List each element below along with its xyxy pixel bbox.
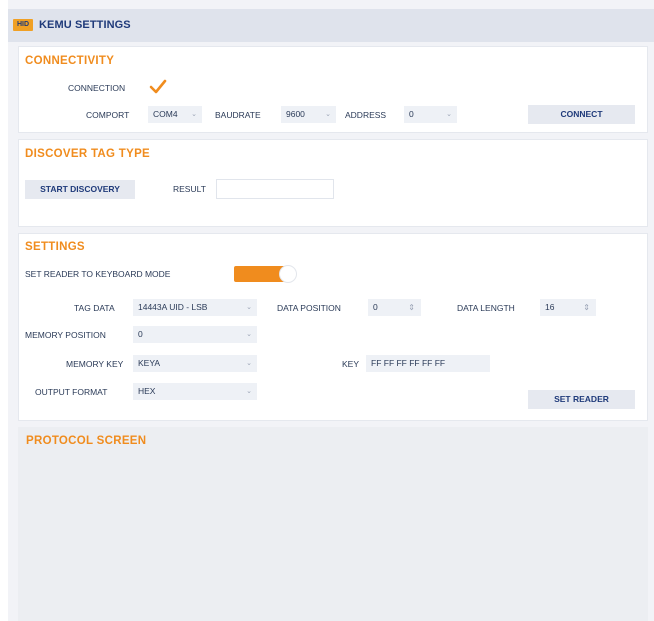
- settings-title: SETTINGS: [25, 241, 85, 253]
- result-field[interactable]: [216, 179, 334, 199]
- set-reader-button[interactable]: SET READER: [528, 390, 635, 409]
- memory-key-select[interactable]: KEYA ⌄: [133, 355, 257, 372]
- keyboard-mode-label: SET READER TO KEYBOARD MODE: [25, 269, 171, 279]
- comport-value: COM4: [153, 109, 178, 119]
- keyboard-mode-toggle[interactable]: [234, 265, 298, 283]
- baudrate-value: 9600: [286, 109, 305, 119]
- data-length-value: 16: [545, 302, 555, 312]
- tag-data-select[interactable]: 14443A UID - LSB ⌄: [133, 299, 257, 316]
- chevron-down-icon: ⌄: [191, 111, 197, 118]
- tag-data-label: TAG DATA: [74, 303, 115, 313]
- connection-label: CONNECTION: [68, 83, 126, 93]
- hid-logo: HID: [13, 19, 33, 31]
- chevron-down-icon: ⌄: [246, 360, 252, 367]
- output-format-select[interactable]: HEX ⌄: [133, 383, 257, 400]
- toggle-knob: [279, 265, 297, 283]
- discover-title: DISCOVER TAG TYPE: [25, 148, 151, 160]
- title-bar: HID KEMU SETTINGS: [8, 9, 654, 42]
- comport-label: COMPORT: [86, 110, 130, 120]
- output-format-value: HEX: [138, 386, 156, 396]
- comport-select[interactable]: COM4 ⌄: [148, 106, 202, 123]
- spinner-arrows-icon[interactable]: ⇕: [583, 299, 590, 316]
- protocol-log: [26, 457, 640, 613]
- window-title: KEMU SETTINGS: [39, 19, 131, 31]
- discover-panel: DISCOVER TAG TYPE START DISCOVERY RESULT: [18, 139, 648, 227]
- data-position-spinner[interactable]: 0 ⇕: [368, 299, 421, 316]
- memory-key-label: MEMORY KEY: [66, 359, 124, 369]
- key-input[interactable]: FF FF FF FF FF FF: [366, 355, 490, 372]
- tag-data-value: 14443A UID - LSB: [138, 302, 208, 312]
- data-length-spinner[interactable]: 16 ⇕: [540, 299, 596, 316]
- baudrate-select[interactable]: 9600 ⌄: [281, 106, 336, 123]
- connection-checkbox[interactable]: [149, 78, 167, 96]
- chevron-down-icon: ⌄: [246, 388, 252, 395]
- address-select[interactable]: 0 ⌄: [404, 106, 457, 123]
- chevron-down-icon: ⌄: [446, 111, 452, 118]
- start-discovery-button[interactable]: START DISCOVERY: [25, 180, 135, 199]
- connectivity-title: CONNECTIVITY: [25, 55, 115, 67]
- address-label: ADDRESS: [345, 110, 387, 120]
- app-window: HID KEMU SETTINGS CONNECTIVITY CONNECTIO…: [8, 0, 654, 621]
- spinner-arrows-icon[interactable]: ⇕: [408, 299, 415, 316]
- key-label: KEY: [342, 359, 360, 369]
- connectivity-panel: CONNECTIVITY CONNECTION COMPORT COM4 ⌄ B…: [18, 46, 648, 133]
- baudrate-label: BAUDRATE: [215, 110, 261, 120]
- chevron-down-icon: ⌄: [246, 331, 252, 338]
- memory-position-label: MEMORY POSITION: [25, 330, 106, 340]
- memory-position-value: 0: [138, 329, 143, 339]
- data-position-value: 0: [373, 302, 378, 312]
- settings-panel: SETTINGS SET READER TO KEYBOARD MODE TAG…: [18, 233, 648, 421]
- address-value: 0: [409, 109, 414, 119]
- connect-button[interactable]: CONNECT: [528, 105, 635, 124]
- chevron-down-icon: ⌄: [325, 111, 331, 118]
- memory-position-select[interactable]: 0 ⌄: [133, 326, 257, 343]
- data-length-label: DATA LENGTH: [457, 303, 515, 313]
- data-position-label: DATA POSITION: [277, 303, 341, 313]
- result-label: RESULT: [173, 184, 206, 194]
- chevron-down-icon: ⌄: [246, 304, 252, 311]
- output-format-label: OUTPUT FORMAT: [35, 387, 108, 397]
- protocol-title: PROTOCOL SCREEN: [26, 435, 147, 447]
- protocol-screen: PROTOCOL SCREEN: [18, 427, 648, 621]
- checkmark-icon: [149, 79, 167, 94]
- memory-key-value: KEYA: [138, 358, 161, 368]
- key-value: FF FF FF FF FF FF: [371, 358, 446, 368]
